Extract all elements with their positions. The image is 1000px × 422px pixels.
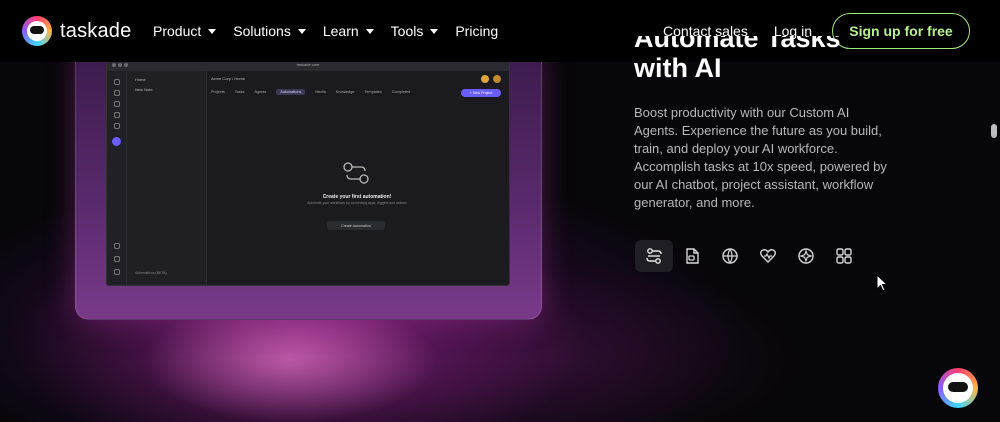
panel-footer: Automations (BETA)	[135, 271, 167, 275]
mockup-tab: Knowledge	[335, 90, 355, 94]
help-icon	[114, 269, 120, 275]
star-icon	[114, 112, 120, 118]
mockup-tab: Projects	[211, 90, 225, 94]
chevron-down-icon	[208, 28, 217, 34]
scrollbar-thumb[interactable]	[991, 124, 997, 138]
nav-tools[interactable]: Tools	[391, 23, 439, 39]
window-dot	[118, 63, 122, 67]
mockup-url: taskade.com	[296, 62, 320, 67]
mouse-pointer-icon	[876, 274, 889, 292]
feature-tabs	[635, 240, 863, 272]
hero-headline: Automate Tasks with AI	[634, 36, 841, 83]
nav-label: Tools	[390, 23, 424, 39]
search-icon	[114, 243, 120, 249]
top-navbar: taskade Product Solutions Learn Tools Pr…	[0, 0, 1000, 62]
mockup-breadcrumb: Acme Corp / Home	[211, 76, 246, 81]
nav-label: Solutions	[233, 23, 291, 39]
signup-button[interactable]: Sign up for free	[832, 13, 970, 49]
feature-tab-document[interactable]	[673, 240, 711, 272]
feature-tab-automation[interactable]	[635, 240, 673, 272]
globe-icon	[722, 248, 738, 264]
window-dot	[124, 63, 128, 67]
feature-tab-heart[interactable]	[749, 240, 787, 272]
mockup-tabs: Projects Tasks Agents Automations Media …	[211, 89, 411, 95]
mockup-tab: Agents	[254, 90, 267, 94]
mockup-tab: Templates	[364, 90, 382, 94]
nav-label: Product	[153, 23, 202, 39]
feature-tab-apps[interactable]	[825, 240, 863, 272]
mockup-tab: Tasks	[234, 90, 245, 94]
headline-line-2: with AI	[634, 53, 722, 83]
nav-learn[interactable]: Learn	[323, 23, 374, 39]
sparkle-icon	[798, 248, 814, 264]
inbox-icon	[114, 101, 120, 107]
mockup-new-button: + New Project	[461, 89, 501, 97]
empty-state-subtitle: Automate your workflows by connecting ap…	[307, 201, 407, 205]
chevron-down-icon	[430, 28, 439, 34]
mockup-tab: Media	[315, 90, 326, 94]
taskade-logo-icon	[22, 16, 52, 46]
automation-empty-icon	[343, 162, 369, 184]
chevron-down-icon	[297, 28, 306, 34]
taskade-mascot-icon	[943, 373, 973, 403]
mockup-side-panel: Home New Note Automations (BETA)	[127, 71, 207, 285]
create-automation-button: Create Automation	[327, 221, 385, 230]
workspace-avatar-icon	[112, 137, 121, 146]
chat-icon	[114, 123, 120, 129]
home-icon	[114, 90, 120, 96]
document-ai-icon	[686, 248, 699, 264]
avatar	[493, 75, 501, 83]
mockup-tab: Completed	[391, 90, 411, 94]
nav-pricing[interactable]: Pricing	[455, 23, 498, 39]
feature-tab-globe[interactable]	[711, 240, 749, 272]
main-menu: Product Solutions Learn Tools Pricing	[153, 0, 498, 62]
brand-logo[interactable]: taskade	[22, 16, 131, 46]
chevron-down-icon	[365, 28, 374, 34]
chat-widget-button[interactable]	[938, 368, 978, 408]
nav-product[interactable]: Product	[153, 23, 217, 39]
feature-tab-sparkle[interactable]	[787, 240, 825, 272]
automation-icon	[646, 248, 662, 264]
app-mockup-screen: taskade.com Home New Note Automations (B…	[106, 58, 510, 286]
brand-name: taskade	[60, 19, 132, 42]
panel-item: New Note	[135, 87, 153, 92]
clock-icon	[114, 79, 120, 85]
mockup-avatars	[481, 75, 501, 83]
nav-label: Learn	[322, 23, 359, 39]
nav-label: Pricing	[455, 23, 499, 39]
panel-item: Home	[135, 77, 146, 82]
mockup-icon-rail	[107, 71, 127, 285]
headline-line-1: Automate Tasks	[634, 36, 841, 53]
mockup-tab-active: Automations	[276, 89, 306, 95]
nav-solutions[interactable]: Solutions	[233, 23, 306, 39]
grid-apps-icon	[836, 248, 852, 264]
hero-description: Boost productivity with our Custom AI Ag…	[634, 105, 887, 210]
empty-state-title: Create your first automation!	[322, 194, 392, 200]
settings-icon	[114, 256, 120, 262]
window-dot	[112, 63, 116, 67]
heart-pulse-icon	[760, 249, 776, 263]
avatar	[481, 75, 489, 83]
